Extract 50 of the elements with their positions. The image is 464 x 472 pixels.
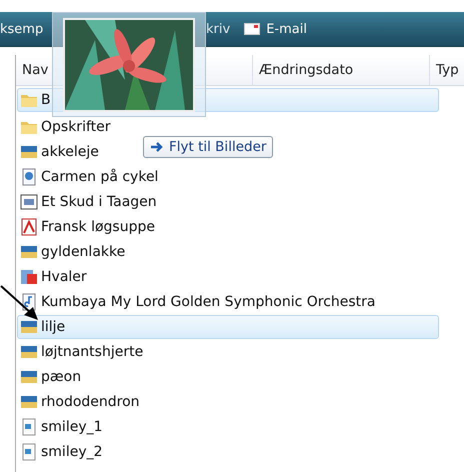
file-row[interactable]: Kumbaya My Lord Golden Symphonic Orchestra bbox=[17, 290, 380, 314]
file-name: pæon bbox=[41, 369, 82, 385]
file-row[interactable]: akkeleje bbox=[17, 140, 104, 164]
file-row[interactable]: Opskrifter bbox=[17, 115, 116, 139]
file-name: gyldenlakke bbox=[41, 244, 126, 260]
slides-file-icon bbox=[20, 268, 38, 286]
image-file-icon bbox=[20, 243, 38, 261]
file-row[interactable]: Carmen på cykel bbox=[17, 165, 164, 189]
pdf-file-icon bbox=[20, 218, 38, 236]
file-name: Fransk løgsuppe bbox=[41, 219, 155, 235]
movie-file-icon bbox=[20, 193, 38, 211]
file-name: Hvaler bbox=[41, 269, 87, 285]
file-name: Kumbaya My Lord Golden Symphonic Orchestra bbox=[41, 294, 376, 310]
file-name: rhododendron bbox=[41, 394, 140, 410]
file-name: smiley_1 bbox=[41, 419, 103, 435]
tooltip-text: Flyt til Billeder bbox=[169, 139, 266, 155]
image-file-icon bbox=[20, 393, 38, 411]
file-row[interactable]: Fransk løgsuppe bbox=[17, 215, 160, 239]
arrow-icon bbox=[150, 141, 164, 153]
image-file-icon bbox=[20, 318, 38, 336]
toolbar-button[interactable]: ksemp bbox=[0, 22, 60, 36]
file-name: B bbox=[41, 92, 51, 108]
file-name: lilje bbox=[41, 319, 66, 335]
file-row[interactable]: Et Skud i Taagen bbox=[17, 190, 162, 214]
video-file-icon bbox=[20, 168, 38, 186]
file-row[interactable]: Hvaler bbox=[17, 265, 92, 289]
image-file-icon bbox=[20, 368, 38, 386]
file-name: Carmen på cykel bbox=[41, 169, 158, 185]
file-row[interactable]: pæon bbox=[17, 365, 86, 389]
file-name: Opskrifter bbox=[41, 119, 110, 135]
file-row[interactable]: lilje bbox=[17, 315, 439, 339]
column-header[interactable]: Ændringsdato bbox=[253, 55, 430, 85]
file-row[interactable]: rhododendron bbox=[17, 390, 145, 414]
image-file-icon bbox=[20, 143, 38, 161]
file-row[interactable]: gyldenlakke bbox=[17, 240, 130, 264]
toolbar-button[interactable]: kriv bbox=[206, 22, 230, 36]
file-name: akkeleje bbox=[41, 144, 99, 160]
file-row[interactable]: smiley_2 bbox=[17, 440, 108, 464]
file-name: Et Skud i Taagen bbox=[41, 194, 157, 210]
music-file-icon bbox=[20, 293, 38, 311]
file-name: smiley_2 bbox=[41, 444, 103, 460]
file-row[interactable]: smiley_1 bbox=[17, 415, 108, 439]
envelope-icon bbox=[244, 23, 260, 35]
image-document-icon bbox=[20, 443, 38, 461]
toolbar-button[interactable]: E-mail bbox=[244, 22, 307, 36]
file-name: løjtnantshjerte bbox=[41, 344, 144, 360]
image-file-icon bbox=[20, 343, 38, 361]
file-row[interactable]: løjtnantshjerte bbox=[17, 340, 148, 364]
column-header[interactable]: Typ bbox=[430, 55, 464, 85]
image-document-icon bbox=[20, 418, 38, 436]
